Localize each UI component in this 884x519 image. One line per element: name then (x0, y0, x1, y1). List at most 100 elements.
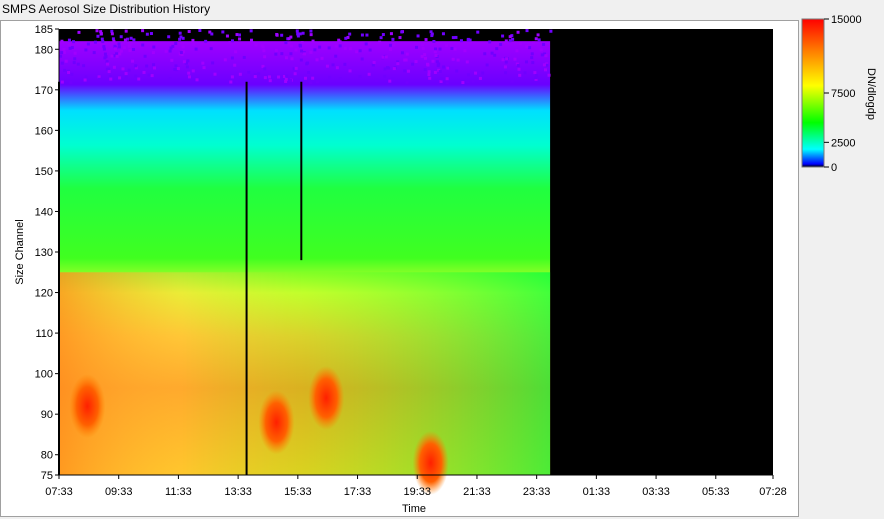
speckle (201, 61, 205, 65)
speckle (309, 29, 313, 33)
speckle (421, 43, 425, 47)
speckle (284, 56, 288, 60)
speckle (230, 75, 234, 79)
speckle (463, 49, 467, 53)
speckle (476, 30, 480, 34)
speckle (174, 64, 178, 68)
speckle (132, 47, 136, 51)
speckle (198, 29, 202, 33)
speckle (137, 77, 141, 81)
speckle (504, 39, 508, 43)
speckle (280, 52, 284, 56)
heatmap-data (59, 29, 553, 495)
x-tick-label: 09:33 (105, 486, 133, 498)
speckle (503, 65, 507, 69)
speckle (365, 33, 369, 37)
speckle (299, 58, 303, 62)
speckle (131, 59, 135, 63)
speckle (421, 46, 425, 50)
speckle (368, 48, 372, 52)
speckle (530, 56, 534, 60)
speckle (318, 45, 322, 49)
speckle (73, 57, 77, 61)
speckle (178, 78, 182, 82)
speckle (112, 39, 116, 43)
speckle (405, 52, 409, 56)
speckle (490, 51, 494, 55)
speckle (445, 81, 449, 85)
speckle (67, 38, 71, 42)
speckle (508, 39, 512, 43)
speckle (303, 76, 307, 80)
speckle (235, 79, 239, 83)
y-tick-label: 90 (41, 409, 53, 421)
y-tick-label: 150 (35, 166, 53, 178)
speckle (331, 63, 335, 67)
speckle (381, 55, 385, 59)
speckle (542, 63, 546, 67)
speckle (337, 38, 341, 42)
speckle (134, 64, 138, 68)
speckle (290, 57, 294, 61)
y-tick-label: 120 (35, 288, 53, 300)
speckle (62, 50, 66, 54)
speckle (176, 67, 180, 71)
x-axis-label: Time (402, 503, 426, 515)
speckle (537, 38, 541, 42)
speckle (204, 39, 208, 43)
speckle (344, 36, 348, 40)
speckle (233, 63, 237, 67)
speckle (60, 80, 64, 84)
speckle (142, 70, 146, 74)
speckle (109, 77, 113, 81)
speckle (300, 49, 304, 53)
speckle (455, 69, 459, 73)
speckle (186, 59, 190, 63)
speckle (185, 65, 189, 69)
speckle (438, 47, 442, 51)
speckle (263, 67, 267, 71)
speckle (262, 49, 266, 53)
speckle (110, 32, 114, 36)
speckle (525, 45, 529, 49)
speckle (549, 29, 553, 33)
speckle (367, 72, 371, 76)
speckle (411, 62, 415, 66)
speckle (300, 41, 304, 45)
speckle (121, 67, 125, 71)
speckle (320, 56, 324, 60)
speckle (391, 77, 395, 81)
speckle (274, 48, 278, 52)
speckle (517, 67, 521, 71)
speckle (84, 75, 88, 79)
speckle (471, 79, 475, 83)
speckle (440, 77, 444, 81)
speckle (388, 43, 392, 47)
speckle (445, 77, 449, 81)
speckle (60, 61, 64, 65)
speckle (195, 78, 199, 82)
speckle (433, 47, 437, 51)
y-axis: 75 80 90 100 110 120 130 140 150 160 170 180 185 (35, 24, 60, 482)
speckle (143, 54, 147, 58)
speckle (225, 34, 229, 38)
speckle (83, 78, 87, 82)
speckle (510, 79, 514, 83)
speckle (257, 72, 261, 76)
speckle (134, 74, 138, 78)
speckle (107, 70, 111, 74)
speckle (389, 47, 393, 51)
speckle (424, 38, 428, 42)
speckle (117, 45, 121, 49)
speckle (119, 35, 123, 39)
speckle (504, 71, 508, 75)
speckle (167, 35, 171, 39)
speckle (173, 68, 177, 72)
speckle (187, 75, 191, 79)
speckle (129, 36, 133, 40)
x-tick-label: 13:33 (224, 486, 252, 498)
y-tick-label: 185 (35, 24, 53, 36)
speckle (335, 66, 339, 70)
speckle (338, 44, 342, 48)
speckle (414, 60, 418, 64)
